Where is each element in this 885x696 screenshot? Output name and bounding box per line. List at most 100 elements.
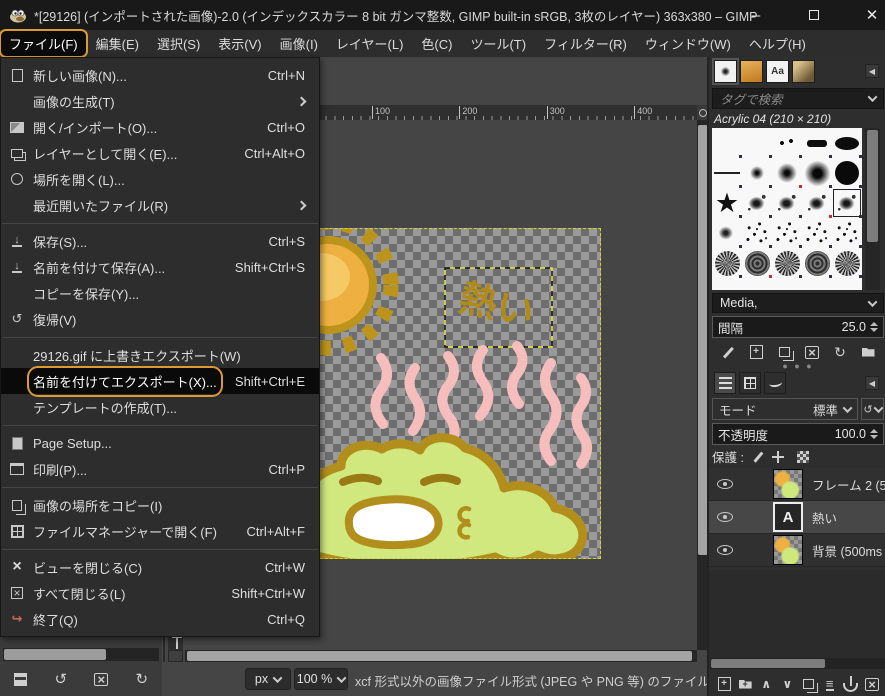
delete-brush-icon[interactable]	[800, 341, 824, 363]
brush-cell-splat[interactable]	[772, 188, 802, 218]
brush-cell-tex2[interactable]	[742, 248, 772, 278]
tab-paths[interactable]	[764, 372, 786, 394]
tag-filter-dropdown[interactable]: Media,	[712, 293, 884, 313]
brush-cell-fuzz-m[interactable]	[772, 158, 802, 188]
layer-row[interactable]: フレーム 2 (5	[709, 468, 885, 501]
brush-cell-tex[interactable]	[712, 248, 742, 278]
lock-alpha-icon[interactable]	[797, 450, 810, 463]
spinner-arrows[interactable]	[870, 429, 878, 439]
menubar-item-8[interactable]: フィルター(R)	[535, 30, 636, 57]
menu-item[interactable]: ファイルマネージャーで開く(F) Ctrl+Alt+F	[1, 518, 319, 544]
menubar-item-3[interactable]: 表示(V)	[209, 30, 270, 57]
brush-cell-splat[interactable]	[742, 188, 772, 218]
visibility-eye-icon[interactable]	[717, 479, 733, 489]
menu-item[interactable]: 保存(S)... Ctrl+S	[1, 228, 319, 254]
layer-opacity-slider[interactable]: 不透明度 100.0	[712, 423, 884, 445]
brush-cell-edge[interactable]	[772, 278, 802, 290]
menubar-item-4[interactable]: 画像(I)	[271, 30, 327, 57]
brush-cell-tex2[interactable]	[802, 248, 832, 278]
brush-cell-tex[interactable]	[832, 248, 862, 278]
tab-fonts[interactable]: Aa	[766, 60, 789, 83]
menu-item[interactable]: Page Setup...	[1, 430, 319, 456]
zoom-dropdown[interactable]: 100 %	[294, 668, 348, 690]
lock-move-icon[interactable]	[772, 450, 785, 463]
layer-thumbnail[interactable]	[773, 535, 803, 565]
brush-cell-ellipse[interactable]	[832, 128, 862, 158]
new-brush-icon[interactable]	[744, 341, 768, 363]
dock-splitter-handle[interactable]: ● ● ●	[709, 362, 885, 371]
menu-item[interactable]: ビューを閉じる(C) Ctrl+W	[1, 554, 319, 580]
menu-item[interactable]: 開く/インポート(O)... Ctrl+O	[1, 114, 319, 140]
minimize-button[interactable]: –	[733, 0, 779, 30]
visibility-eye-icon[interactable]	[717, 545, 733, 555]
brush-grid-scrollbar[interactable]	[865, 128, 880, 290]
brush-cell-splat-sel[interactable]	[832, 188, 862, 218]
delete-layer-icon[interactable]	[863, 673, 881, 695]
brush-cell-speck[interactable]	[832, 218, 862, 248]
brush-cell-blank[interactable]	[712, 128, 742, 158]
unit-dropdown[interactable]: px	[245, 668, 291, 690]
layer-row[interactable]: A 熱い	[709, 501, 885, 534]
mode-group-switch-button[interactable]: ↺	[861, 398, 884, 420]
brush-cell-circle[interactable]	[832, 158, 862, 188]
menu-item[interactable]: 復帰(V)	[1, 306, 319, 332]
new-group-icon[interactable]	[736, 673, 754, 695]
layer-list-scrollbar[interactable]	[710, 658, 885, 669]
brush-cell-blank[interactable]	[742, 128, 772, 158]
brush-cell-edge[interactable]	[712, 278, 742, 290]
canvas-h-scrollbar[interactable]	[185, 650, 697, 662]
image-canvas[interactable]: 熱い	[285, 228, 601, 559]
scrollbar-thumb[interactable]	[4, 649, 106, 660]
delete-box-icon[interactable]	[89, 668, 113, 690]
spinner-arrows[interactable]	[870, 322, 878, 332]
brush-cell-speck[interactable]	[802, 218, 832, 248]
brush-cell-bar[interactable]	[802, 128, 832, 158]
refresh-brushes-icon[interactable]	[828, 341, 852, 363]
menubar-item-0[interactable]: ファイル(F)	[0, 29, 88, 58]
merge-down-icon[interactable]	[821, 673, 839, 695]
scrollbar-thumb[interactable]	[867, 130, 878, 242]
menu-item[interactable]: 場所を開く(L)...	[1, 166, 319, 192]
brush-cell-line[interactable]	[712, 158, 742, 188]
quickmask-toggle[interactable]	[168, 650, 183, 662]
lock-paint-icon[interactable]	[753, 451, 764, 462]
menu-item[interactable]: 終了(Q) Ctrl+Q	[1, 606, 319, 632]
raise-layer-icon[interactable]	[757, 673, 775, 695]
brush-cell-fuzz-l[interactable]	[802, 158, 832, 188]
brush-cell-edge[interactable]	[742, 278, 772, 290]
layer-mode-dropdown[interactable]: モード 標準	[712, 398, 858, 420]
brush-cell-soft[interactable]	[712, 218, 742, 248]
tab-layers[interactable]	[714, 372, 736, 394]
menu-item[interactable]: 名前を付けて保存(A)... Shift+Ctrl+S	[1, 254, 319, 280]
menu-item[interactable]: 新しい画像(N)... Ctrl+N	[1, 62, 319, 88]
dockable-menu-button[interactable]: ◀	[865, 64, 879, 78]
menu-item[interactable]: 29126.gif に上書きエクスポート(W)	[1, 342, 319, 368]
save-preset-icon[interactable]	[8, 668, 32, 690]
menubar-item-2[interactable]: 選択(S)	[148, 30, 209, 57]
edit-brush-icon[interactable]	[716, 341, 740, 363]
scrollbar-thumb[interactable]	[711, 659, 825, 668]
tab-gradients[interactable]	[792, 60, 815, 83]
scrollbar-thumb[interactable]	[187, 651, 692, 661]
maximize-button[interactable]	[791, 0, 837, 30]
menubar-item-1[interactable]: 編集(E)	[87, 30, 148, 57]
anchor-icon[interactable]	[842, 673, 860, 695]
menubar-item-6[interactable]: 色(C)	[412, 30, 461, 57]
layer-thumbnail[interactable]: A	[773, 502, 803, 532]
brush-cell-star[interactable]	[712, 188, 742, 218]
menubar-item-7[interactable]: ツール(T)	[461, 30, 535, 57]
brush-cell-fuzz-s[interactable]	[742, 158, 772, 188]
menu-item[interactable]: コピーを保存(Y)...	[1, 280, 319, 306]
brush-search-field[interactable]: タグで検索	[712, 88, 884, 109]
tab-patterns[interactable]	[740, 60, 763, 83]
tab-channels[interactable]	[739, 372, 761, 394]
undo-icon[interactable]	[49, 668, 73, 690]
lower-layer-icon[interactable]	[778, 673, 796, 695]
menu-item[interactable]: 画像の場所をコピー(I)	[1, 492, 319, 518]
menu-item[interactable]: レイヤーとして開く(E)... Ctrl+Alt+O	[1, 140, 319, 166]
menu-item[interactable]: すべて閉じる(L) Shift+Ctrl+W	[1, 580, 319, 606]
brush-cell-edge[interactable]	[832, 278, 862, 290]
menu-item[interactable]: 画像の生成(T)	[1, 88, 319, 114]
brush-cell-tex[interactable]	[772, 248, 802, 278]
menubar-item-5[interactable]: レイヤー(L)	[327, 30, 413, 57]
